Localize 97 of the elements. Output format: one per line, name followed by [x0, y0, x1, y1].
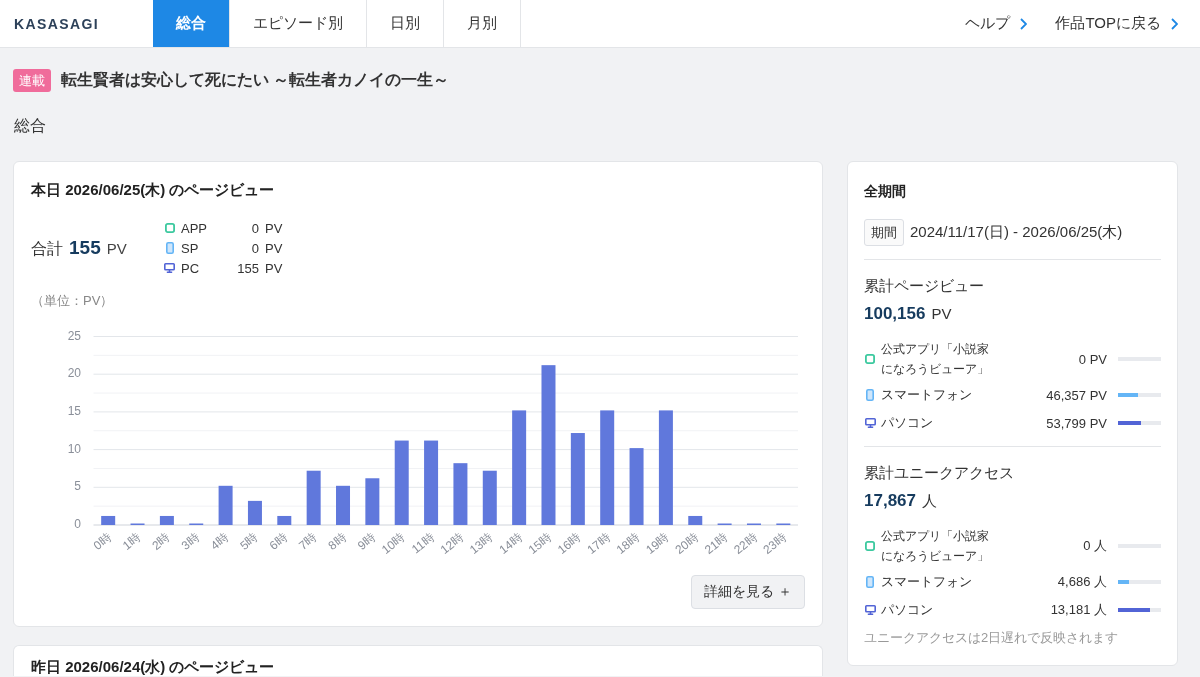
- axis-tick-label: 10時: [378, 530, 408, 557]
- axis-tick-label: 0: [74, 517, 81, 532]
- chevron-right-icon: [1020, 17, 1028, 30]
- axis-tick-label: 20時: [672, 530, 702, 557]
- bar: [365, 478, 380, 525]
- total-value: 155: [69, 236, 101, 259]
- axis-tick-label: 3時: [178, 530, 203, 553]
- bar: [247, 500, 262, 525]
- axis-tick-label: 12時: [437, 530, 467, 557]
- axis-tick-label: 15時: [525, 530, 555, 557]
- axis-tick-label: 8時: [325, 530, 349, 553]
- device-label: SP: [181, 240, 200, 256]
- axis-tick-label: 4時: [208, 530, 232, 553]
- axis-tick-label: 11時: [409, 530, 437, 557]
- bar: [482, 470, 497, 525]
- bar: [336, 485, 350, 525]
- device-count: 0: [250, 220, 259, 236]
- work-title: 転生賢者は安心して死にたい ～転生者カノイの一生～: [61, 69, 450, 90]
- rounded-square-icon: [164, 223, 175, 233]
- footnote: ユニークアクセスは2日遅れで反映されます: [864, 629, 1119, 647]
- device-label: パソコン: [881, 601, 933, 619]
- monitor-icon: [164, 263, 175, 273]
- device-label: パソコン: [881, 414, 933, 432]
- bar: [218, 485, 233, 525]
- device-label: 公式アプリ「小説家になろうビューア」: [881, 341, 990, 378]
- bar: [277, 515, 292, 525]
- nav-tab[interactable]: 総合: [153, 0, 230, 47]
- details-button[interactable]: 詳細を見る ＋: [691, 575, 805, 609]
- card-title: 昨日 2026/06/24(水) のページビュー: [31, 658, 275, 675]
- period-range: 2024/11/17(日) - 2026/06/25(木): [910, 223, 1123, 242]
- axis-tick-label: 21時: [701, 530, 731, 557]
- axis-tick-label: 1時: [120, 530, 144, 553]
- device-count: 0 PV: [1078, 351, 1107, 367]
- bar: [688, 515, 703, 525]
- smartphone-icon: [866, 389, 874, 401]
- device-count: 13,181 人: [1050, 601, 1107, 619]
- smartphone-icon: [866, 576, 874, 588]
- stat-total: 17,867: [864, 491, 916, 511]
- axis-tick-label: 6時: [266, 530, 291, 553]
- unit-label: PV: [265, 260, 283, 276]
- axis-unit-label: （単位：PV）: [31, 292, 114, 310]
- bar: [101, 515, 116, 525]
- card-title: 本日 2026/06/25(木) のページビュー: [31, 180, 275, 200]
- axis-tick-label: 25: [67, 328, 81, 343]
- device-label: 公式アプリ「小説家になろうビューア」: [881, 528, 990, 565]
- axis-tick-label: 9時: [354, 530, 379, 553]
- axis-tick-label: 22時: [731, 530, 760, 557]
- device-label: スマートフォン: [881, 573, 972, 591]
- card-title: 全期間: [864, 182, 906, 201]
- stat-total: 100,156: [864, 304, 926, 324]
- stat-unit: PV: [931, 305, 952, 322]
- device-count: 0 人: [1083, 537, 1107, 555]
- nav-link[interactable]: ヘルプ: [965, 14, 1028, 33]
- stat-unit: 人: [922, 492, 937, 511]
- axis-tick-label: 23時: [760, 530, 790, 557]
- stat-heading: 累計ユニークアクセス: [864, 463, 1014, 483]
- axis-tick-label: 16時: [555, 530, 584, 557]
- axis-tick-label: 0時: [90, 530, 114, 553]
- unit-label: PV: [265, 220, 283, 236]
- axis-tick-label: 10: [67, 441, 81, 456]
- period-tag: 期間: [864, 219, 904, 246]
- axis-tick-label: 5: [74, 479, 81, 494]
- device-count: 53,799 PV: [1046, 415, 1107, 431]
- stat-heading: 累計ページビュー: [864, 276, 984, 296]
- axis-tick-label: 20: [67, 366, 81, 381]
- axis-tick-label: 19時: [643, 530, 672, 557]
- serial-badge: 連載: [13, 68, 51, 92]
- device-count: 46,357 PV: [1046, 387, 1107, 403]
- axis-tick-label: 17時: [584, 530, 614, 557]
- axis-tick-label: 2時: [149, 530, 173, 553]
- axis-tick-label: 15: [67, 404, 81, 419]
- monitor-icon: [864, 418, 876, 428]
- axis-tick-label: 18時: [613, 530, 643, 557]
- smartphone-icon: [165, 242, 174, 254]
- device-count: 0: [250, 240, 259, 256]
- nav-link[interactable]: 作品TOPに戻る: [1055, 14, 1178, 33]
- axis-tick-label: 13時: [467, 530, 496, 557]
- logo: KASASAGI: [13, 14, 101, 34]
- unit-label: PV: [265, 240, 283, 256]
- total-unit: PV: [106, 239, 127, 257]
- device-label: PC: [181, 260, 201, 276]
- device-count: 4,686 人: [1057, 573, 1107, 591]
- rounded-square-icon: [865, 541, 875, 551]
- device-label: APP: [181, 220, 208, 236]
- bar: [453, 463, 468, 525]
- monitor-icon: [864, 605, 876, 615]
- chevron-right-icon: [1171, 17, 1178, 30]
- bar: [159, 515, 174, 525]
- axis-tick-label: 5時: [237, 530, 261, 553]
- rounded-square-icon: [865, 354, 875, 364]
- bar: [306, 470, 321, 525]
- axis-tick-label: 14時: [496, 530, 525, 557]
- axis-tick-label: 7時: [296, 530, 320, 553]
- device-label: スマートフォン: [881, 386, 972, 404]
- total-label: 合計: [31, 238, 63, 259]
- section-heading: 総合: [14, 116, 46, 136]
- device-count: 155: [236, 260, 259, 276]
